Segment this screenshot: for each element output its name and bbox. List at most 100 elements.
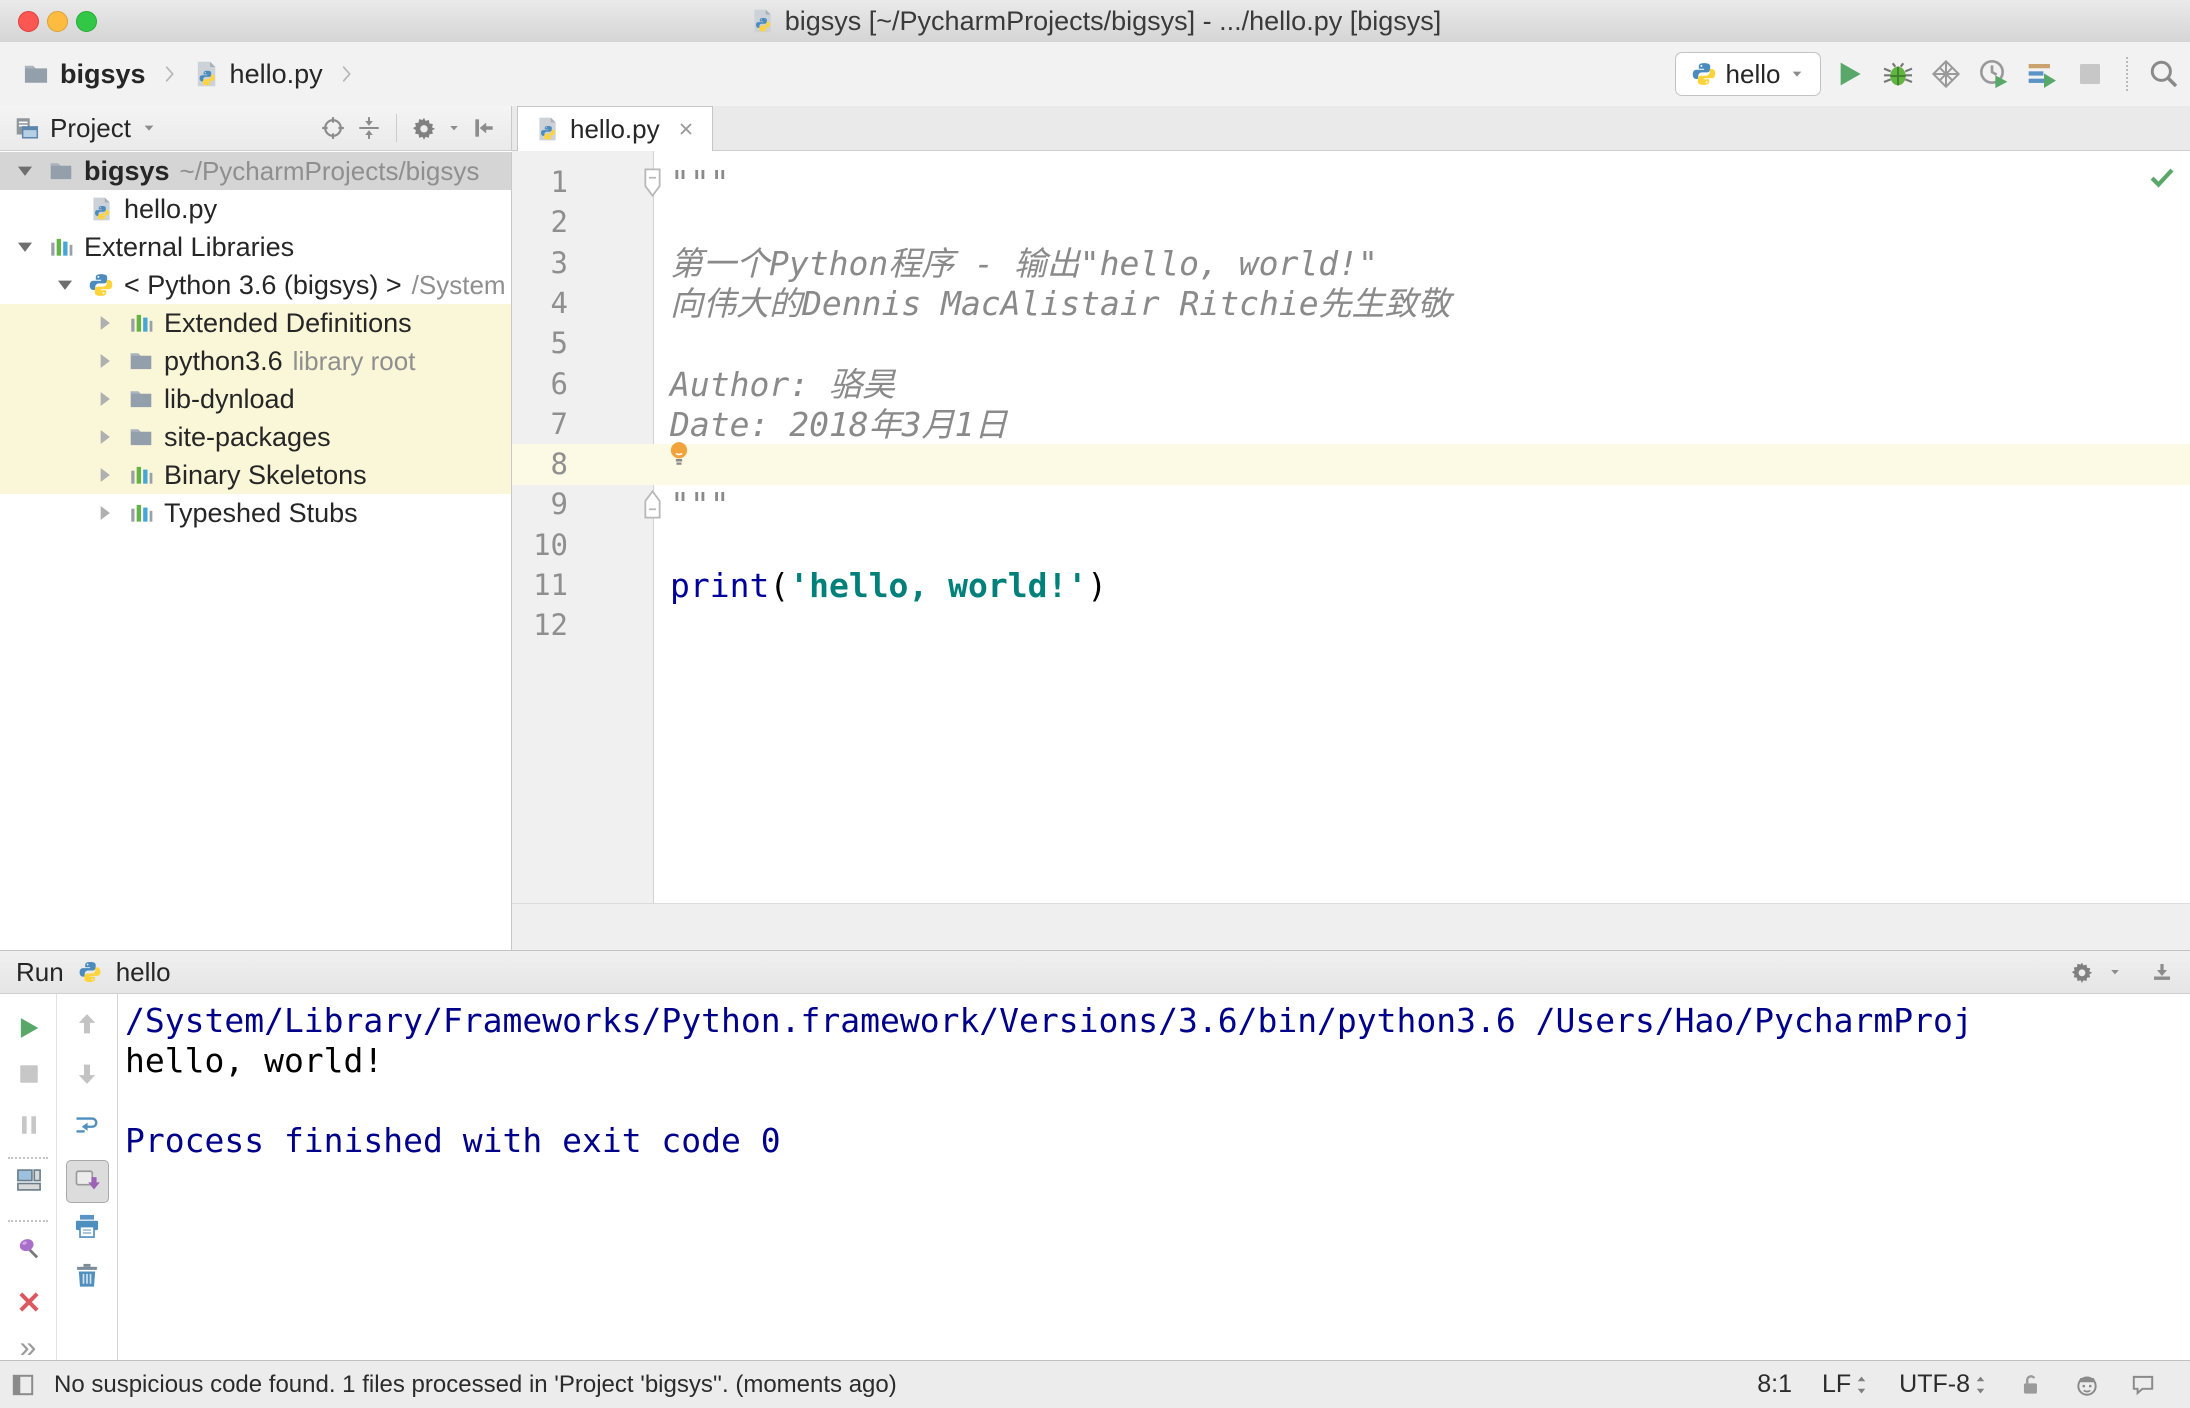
minimize-window-button[interactable]: [47, 10, 68, 32]
toolbar-separator: [396, 114, 397, 142]
printer-button[interactable]: [73, 1212, 101, 1240]
inspection-ok-icon: [2148, 163, 2176, 191]
tree-collapsed-icon[interactable]: [92, 424, 118, 450]
hide-toolwindow-button[interactable]: [471, 115, 497, 141]
fold-end-marker[interactable]: [641, 489, 664, 520]
editor-line[interactable]: Author: 骆昊: [670, 364, 895, 405]
code-segment: 第一个Python程序 - 输出"hello, world!": [670, 243, 1378, 283]
project-toolwindow-icon: [14, 115, 40, 141]
profile-button[interactable]: [1978, 58, 2010, 90]
tree-item-suffix: /System: [411, 269, 506, 300]
encoding-widget[interactable]: UTF-8: [1899, 1370, 1988, 1399]
pyfile-icon: [88, 196, 114, 222]
window-title-wrap: bigsys [~/PycharmProjects/bigsys] - .../…: [749, 6, 1441, 37]
tree-item-hello-py[interactable]: hello.py: [0, 190, 511, 228]
stop-button[interactable]: [2074, 58, 2106, 90]
editor-line[interactable]: """: [670, 162, 730, 203]
caret-position-widget[interactable]: 8:1: [1757, 1370, 1792, 1399]
run-console[interactable]: /System/Library/Frameworks/Python.framew…: [119, 994, 2190, 1360]
up-button[interactable]: [73, 1010, 101, 1038]
tree-collapsed-icon[interactable]: [92, 462, 118, 488]
code-segment: Author: 骆昊: [670, 364, 895, 404]
breadcrumb-item-bigsys[interactable]: bigsys: [22, 59, 146, 90]
run-toolwindow-title[interactable]: Run: [16, 957, 64, 988]
tree-collapsed-icon[interactable]: [92, 500, 118, 526]
close-button[interactable]: [15, 1288, 43, 1316]
editor-horizontal-scrollbar[interactable]: [512, 903, 2190, 950]
tree-expanded-icon[interactable]: [52, 272, 78, 298]
close-tab-icon[interactable]: [676, 119, 696, 139]
hide-toolwindow-button[interactable]: [2150, 960, 2174, 984]
tree-item--python-3-6-bigsys-[interactable]: < Python 3.6 (bigsys) > /System: [0, 266, 511, 304]
run-config-name[interactable]: hello: [116, 957, 171, 988]
breadcrumb-item-hello-py[interactable]: hello.py: [192, 59, 323, 90]
tree-item-external-libraries[interactable]: External Libraries: [0, 228, 511, 266]
stop-button[interactable]: [15, 1060, 43, 1088]
toolwindow-switcher-icon[interactable]: [10, 1372, 36, 1398]
down-button[interactable]: [73, 1060, 101, 1088]
readonly-lock-icon[interactable]: [2018, 1372, 2044, 1398]
tree-item-typeshed-stubs[interactable]: Typeshed Stubs: [0, 494, 511, 532]
tree-item-bigsys[interactable]: bigsys ~/PycharmProjects/bigsys: [0, 152, 511, 190]
pin-button[interactable]: [15, 1234, 43, 1262]
tree-collapsed-icon[interactable]: [92, 386, 118, 412]
tree-item-site-packages[interactable]: site-packages: [0, 418, 511, 456]
code-editor[interactable]: 1 """ 2 3 第一个Python程序 - 输出"hello, world!" 4 向伟…: [512, 151, 2190, 903]
tab-label: hello.py: [570, 113, 660, 144]
lib-icon: [128, 310, 154, 336]
chevron-right-icon: [158, 61, 180, 87]
search-everywhere-button[interactable]: [2148, 58, 2180, 90]
collapse-all-button[interactable]: [356, 115, 382, 141]
tree-item-suffix: library root: [292, 345, 416, 376]
chevron-down-icon[interactable]: [141, 120, 157, 136]
editor-line[interactable]: """: [670, 484, 730, 525]
editor-line[interactable]: Date: 2018年3月1日: [670, 404, 1007, 445]
tree-item-extended-definitions[interactable]: Extended Definitions: [0, 304, 511, 342]
settings-gear-button[interactable]: [411, 115, 437, 141]
tree-expanded-icon[interactable]: [12, 158, 38, 184]
folder-icon: [128, 348, 154, 374]
event-log-bubble-icon[interactable]: [2130, 1372, 2156, 1398]
scrollend-button[interactable]: [73, 1166, 101, 1194]
tree-item-lib-dynload[interactable]: lib-dynload: [0, 380, 511, 418]
debug-button[interactable]: [1882, 58, 1914, 90]
fold-start-marker[interactable]: [641, 167, 664, 198]
run-configuration-select[interactable]: hello: [1675, 52, 1821, 96]
close-window-button[interactable]: [18, 10, 39, 32]
layout-button[interactable]: [15, 1166, 43, 1194]
tree-collapsed-icon[interactable]: [92, 348, 118, 374]
line-number: 12: [533, 608, 568, 643]
editor-line[interactable]: print('hello, world!'): [670, 565, 1107, 606]
editor-line[interactable]: 向伟大的Dennis MacAlistair Ritchie先生致敬: [670, 283, 1451, 324]
run-with-coverage-button[interactable]: [1930, 58, 1962, 90]
tree-item-python3-6[interactable]: python3.6 library root: [0, 342, 511, 380]
window-controls: [18, 0, 97, 42]
line-separator-widget[interactable]: LF: [1822, 1370, 1869, 1399]
project-toolwindow-title[interactable]: Project: [50, 113, 131, 144]
pause-button[interactable]: [15, 1111, 43, 1139]
intention-bulb-icon[interactable]: [664, 438, 694, 470]
editor-line[interactable]: 第一个Python程序 - 输出"hello, world!": [670, 243, 1378, 284]
softwrap-button[interactable]: [73, 1111, 101, 1139]
line-number: 8: [550, 447, 568, 482]
trash-button[interactable]: [73, 1261, 101, 1289]
locate-file-button[interactable]: [320, 115, 346, 141]
hector-inspections-icon[interactable]: [2074, 1372, 2100, 1398]
line-number: 7: [550, 406, 568, 441]
zoom-window-button[interactable]: [76, 10, 97, 32]
tree-item-suffix: ~/PycharmProjects/bigsys: [179, 155, 480, 186]
tree-collapsed-icon[interactable]: [92, 310, 118, 336]
tab-hello-py[interactable]: hello.py: [517, 106, 713, 151]
run-button[interactable]: [1834, 58, 1866, 90]
settings-gear-button[interactable]: [2070, 960, 2094, 984]
toolbar-separator: [8, 1157, 48, 1159]
code-segment: """: [670, 163, 730, 202]
concurrency-diagram-button[interactable]: [2026, 58, 2058, 90]
chevron-down-icon: [1789, 66, 1805, 82]
rerun-button[interactable]: [15, 1014, 43, 1042]
tree-expanded-icon[interactable]: [12, 234, 38, 260]
tree-item-binary-skeletons[interactable]: Binary Skeletons: [0, 456, 511, 494]
chevron-down-icon: [2108, 965, 2122, 979]
run-toolwindow-header: Run hello: [0, 950, 2190, 994]
navigation-bar: bigsys hello.py hello: [0, 42, 2190, 107]
